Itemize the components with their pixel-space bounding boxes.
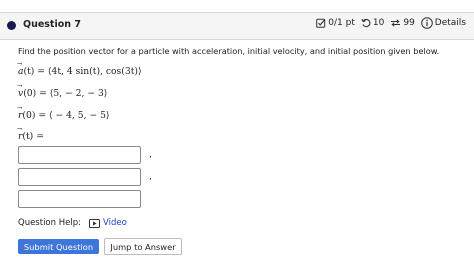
answer-input-2[interactable] (18, 168, 141, 186)
question-prompt: Find the position vector for a particle … (18, 46, 440, 56)
position-equation: r(0) = ⟨ − 4, 5, − 5⟩ (17, 102, 468, 122)
vector-name: r (17, 102, 23, 122)
details-link[interactable]: Details (435, 18, 466, 28)
answer-separator: , (149, 150, 152, 160)
answer-label: r(t) = (17, 123, 468, 143)
video-icon[interactable] (88, 218, 100, 228)
vector-name: r (17, 123, 23, 143)
question-title: Question 7 (23, 19, 81, 30)
question-body: Find the position vector for a particle … (17, 46, 468, 212)
acceleration-equation: a(t) = ⟨4t, 4 sin(t), cos(3t)⟩ (17, 58, 468, 78)
attempts-count: 99 (403, 18, 415, 28)
equation-rhs: (t) = ⟨4t, 4 sin(t), cos(3t)⟩ (23, 66, 142, 77)
velocity-equation: v(0) = ⟨5, − 2, − 3⟩ (17, 80, 468, 100)
question-help: Question Help: Video (18, 218, 127, 228)
submit-question-button[interactable]: Submit Question (18, 239, 99, 254)
jump-to-answer-button[interactable]: Jump to Answer (104, 238, 182, 255)
info-icon[interactable] (420, 17, 433, 29)
help-label: Question Help: (18, 218, 81, 228)
undo-icon (361, 18, 371, 28)
retries-count: 10 (372, 18, 385, 28)
retry-icon (390, 18, 401, 28)
equation-rhs: (t) = (22, 131, 44, 142)
score-text: 0/1 pt (328, 18, 355, 28)
circle-dot-icon (7, 21, 16, 30)
vector-name: v (17, 80, 23, 100)
equation-rhs: (0) = ⟨5, − 2, − 3⟩ (23, 88, 108, 99)
vector-name: a (17, 58, 24, 78)
answer-separator: , (149, 172, 152, 182)
video-link[interactable]: Video (103, 218, 127, 228)
question-meta: 0/1 pt 10 99 Details (316, 17, 466, 29)
answer-input-3[interactable] (18, 190, 141, 208)
answer-row: , (18, 146, 468, 168)
answer-row: , (18, 168, 468, 190)
checkbox-icon (316, 18, 326, 28)
answer-input-1[interactable] (18, 146, 141, 164)
equation-rhs: (0) = ⟨ − 4, 5, − 5⟩ (22, 110, 110, 121)
answer-row (18, 190, 468, 212)
question-header: Question 7 0/1 pt 10 99 Details (0, 13, 474, 40)
answer-inputs: , , (18, 146, 468, 212)
